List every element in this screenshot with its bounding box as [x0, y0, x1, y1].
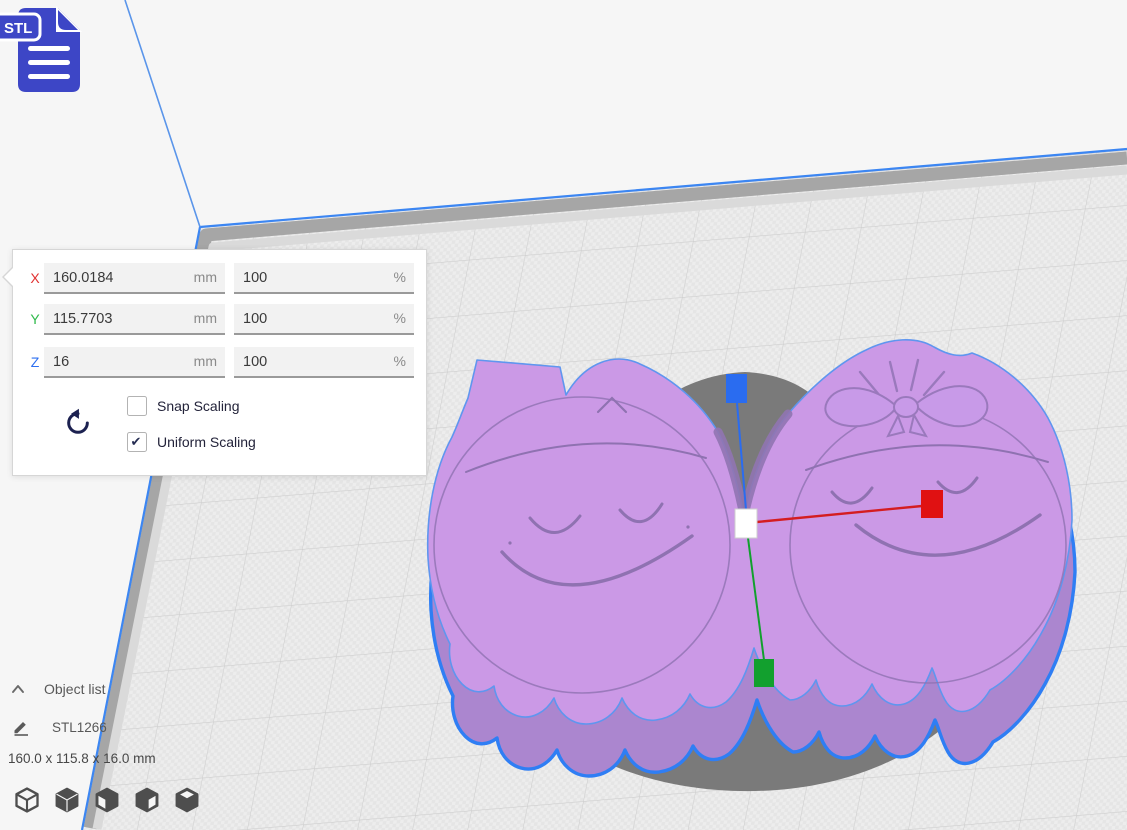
view-top-button[interactable] [172, 786, 202, 817]
scale-handle-x[interactable] [921, 490, 943, 518]
snap-scaling-row[interactable]: Snap Scaling [127, 396, 240, 416]
view-3d-icon [13, 786, 41, 814]
stl-file-icon: STL [0, 0, 96, 100]
x-percent-field-wrap: % [234, 263, 414, 294]
view-solid-cube-icon [53, 786, 81, 814]
y-mm-input[interactable] [44, 304, 225, 333]
scale-tool-panel: X mm % Y mm % Z mm % [12, 249, 427, 476]
object-list-item[interactable]: STL1266 [12, 718, 107, 736]
chevron-up-icon [10, 682, 26, 696]
view-3d-button[interactable] [12, 786, 42, 817]
model-dimensions-readout: 160.0 x 115.8 x 16.0 mm [8, 751, 156, 766]
reset-scale-button[interactable] [63, 407, 93, 439]
scale-handle-y[interactable] [754, 659, 774, 687]
scale-handle-center[interactable] [735, 509, 757, 538]
pencil-icon [12, 718, 30, 736]
object-list-label: Object list [44, 681, 105, 697]
axis-label-x: X [25, 263, 45, 294]
z-percent-field-wrap: % [234, 347, 414, 378]
view-left-button[interactable] [132, 786, 162, 817]
x-mm-field-wrap: mm [44, 263, 225, 294]
view-solid-button[interactable] [52, 786, 82, 817]
scale-row-z: Z mm % [13, 347, 426, 378]
x-mm-input[interactable] [44, 263, 225, 292]
snap-scaling-checkbox[interactable] [127, 396, 147, 416]
stl-badge-label: STL [4, 20, 32, 37]
axis-label-z: Z [25, 347, 45, 378]
y-mm-field-wrap: mm [44, 304, 225, 335]
scale-row-y: Y mm % [13, 304, 426, 335]
z-percent-input[interactable] [234, 347, 414, 376]
axis-label-y: Y [25, 304, 45, 335]
panel-pointer-arrow [2, 266, 13, 288]
view-front-button[interactable] [92, 786, 122, 817]
uniform-scaling-label: Uniform Scaling [157, 434, 256, 450]
uniform-scaling-row[interactable]: Uniform Scaling [127, 432, 256, 452]
x-percent-input[interactable] [234, 263, 414, 292]
view-left-icon [133, 786, 161, 814]
snap-scaling-label: Snap Scaling [157, 398, 240, 414]
uniform-scaling-checkbox[interactable] [127, 432, 147, 452]
object-name: STL1266 [52, 720, 107, 735]
object-list-header[interactable]: Object list [10, 681, 105, 697]
scale-handle-z[interactable] [726, 374, 747, 403]
z-mm-field-wrap: mm [44, 347, 225, 378]
camera-view-toolbar [12, 786, 202, 817]
y-percent-field-wrap: % [234, 304, 414, 335]
view-front-icon [93, 786, 121, 814]
scale-row-x: X mm % [13, 263, 426, 294]
reset-arrow-icon [64, 407, 92, 437]
z-mm-input[interactable] [44, 347, 225, 376]
y-percent-input[interactable] [234, 304, 414, 333]
view-top-icon [173, 786, 201, 814]
